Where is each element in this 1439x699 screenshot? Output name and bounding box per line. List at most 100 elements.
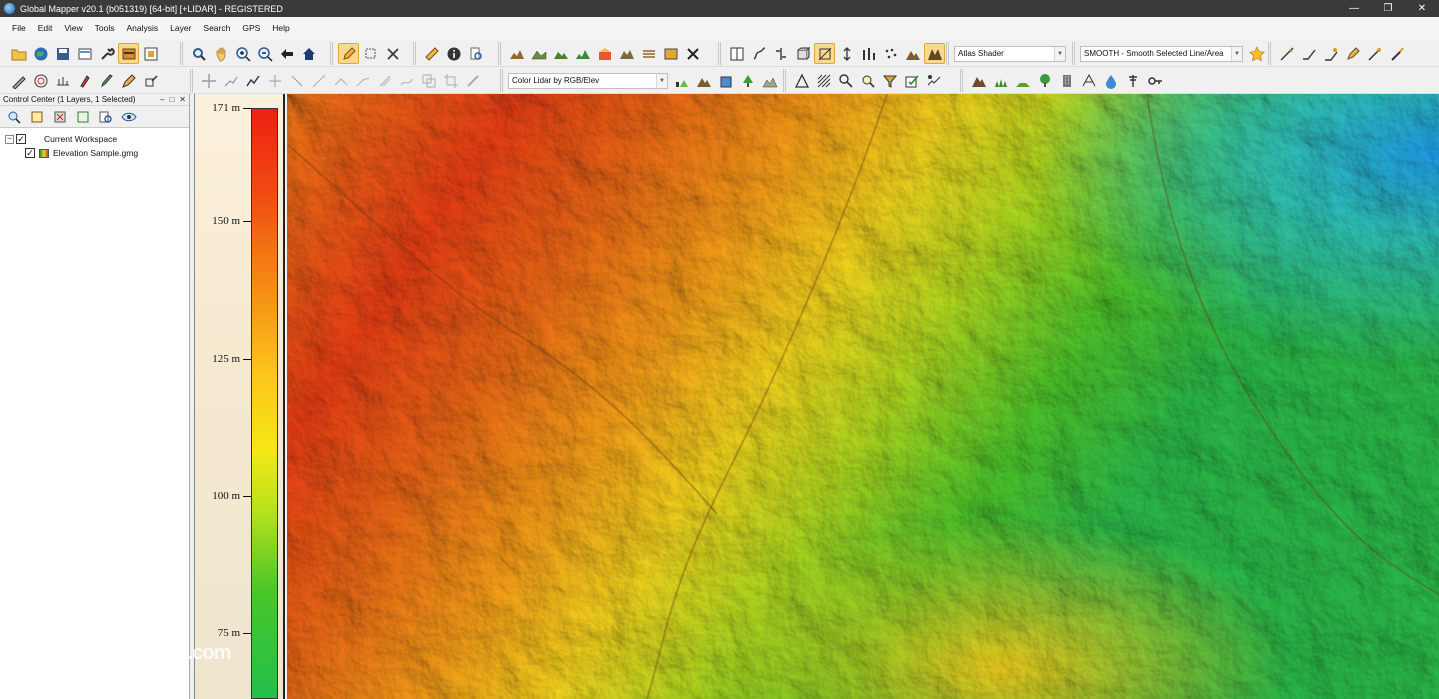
- vertex-move-icon[interactable]: [264, 70, 285, 91]
- chevron-down-icon[interactable]: ▼: [1054, 46, 1065, 61]
- remove-tool-icon[interactable]: [682, 43, 703, 64]
- draw-area-icon[interactable]: [1320, 43, 1341, 64]
- pole-icon[interactable]: [1122, 70, 1143, 91]
- edit-vertices-icon[interactable]: [1364, 43, 1385, 64]
- lidar-zoom-icon[interactable]: [857, 70, 878, 91]
- vertical-exaggeration-icon[interactable]: [836, 43, 857, 64]
- menu-file[interactable]: File: [6, 23, 32, 33]
- chevron-down-icon[interactable]: ▼: [1231, 46, 1242, 61]
- vertex-add-icon[interactable]: [220, 70, 241, 91]
- vertex-edit-icon[interactable]: [242, 70, 263, 91]
- minimize-icon[interactable]: —: [1337, 0, 1371, 17]
- vertex-delete-icon[interactable]: [286, 70, 307, 91]
- save-icon[interactable]: [52, 43, 73, 64]
- chevron-down-icon[interactable]: ▼: [656, 73, 667, 88]
- lidar-color-select[interactable]: Color Lidar by RGB/Elev ▼: [508, 72, 668, 89]
- draw-feature-icon[interactable]: [1342, 43, 1363, 64]
- lidar-tree-icon[interactable]: [737, 70, 758, 91]
- brush-icon[interactable]: [96, 70, 117, 91]
- menu-search[interactable]: Search: [197, 23, 236, 33]
- tree-row-layer[interactable]: ✓ Elevation Sample.gmg: [5, 146, 189, 160]
- lidar-ground-icon[interactable]: [693, 70, 714, 91]
- split-view-icon[interactable]: [770, 43, 791, 64]
- draw-line-icon[interactable]: [1276, 43, 1297, 64]
- pan-hand-icon[interactable]: [210, 43, 231, 64]
- funnel-icon[interactable]: [879, 70, 900, 91]
- lidar-building-icon[interactable]: [715, 70, 736, 91]
- panel-minimize-icon[interactable]: –: [160, 95, 164, 104]
- smooth-select[interactable]: SMOOTH - Smooth Selected Line/Area ▼: [1080, 45, 1243, 62]
- grass-icon[interactable]: [990, 70, 1011, 91]
- panel-float-icon[interactable]: □: [169, 95, 174, 104]
- search-feature-icon[interactable]: [465, 43, 486, 64]
- line-offset-icon[interactable]: [374, 70, 395, 91]
- menu-help[interactable]: Help: [266, 23, 295, 33]
- line-of-sight-icon[interactable]: [616, 43, 637, 64]
- shader-select[interactable]: Atlas Shader ▼: [954, 45, 1066, 62]
- grid-ruler-icon[interactable]: [52, 70, 73, 91]
- target-icon[interactable]: [30, 70, 51, 91]
- lidar-classify-icon[interactable]: [671, 70, 692, 91]
- tree-icon[interactable]: [1034, 70, 1055, 91]
- layer-zoom-icon[interactable]: [3, 106, 25, 127]
- lidar-points-icon[interactable]: [880, 43, 901, 64]
- image-layer-icon[interactable]: [660, 43, 681, 64]
- map-canvas[interactable]: [287, 94, 1439, 699]
- terrain-profile-icon[interactable]: [506, 43, 527, 64]
- layer-remove-icon[interactable]: [49, 106, 71, 127]
- lidar-terrain-icon[interactable]: [759, 70, 780, 91]
- 3d-box-icon[interactable]: [792, 43, 813, 64]
- overview-icon[interactable]: [140, 43, 161, 64]
- path-icon[interactable]: [748, 43, 769, 64]
- elevation-map[interactable]: [287, 94, 1439, 699]
- menu-edit[interactable]: Edit: [32, 23, 59, 33]
- hatch-icon[interactable]: [813, 70, 834, 91]
- check-edit-icon[interactable]: [901, 70, 922, 91]
- elevation-scale-icon[interactable]: [858, 43, 879, 64]
- key-icon[interactable]: [1144, 70, 1165, 91]
- water-icon[interactable]: [1100, 70, 1121, 91]
- view-shed-icon[interactable]: [594, 43, 615, 64]
- hill-shading-icon[interactable]: [924, 43, 945, 64]
- lidar-search-icon[interactable]: [835, 70, 856, 91]
- line-smooth-icon[interactable]: [396, 70, 417, 91]
- restore-icon[interactable]: ❐: [1371, 0, 1405, 17]
- layer-visibility-icon[interactable]: [118, 106, 140, 127]
- paint-brush-icon[interactable]: [1386, 43, 1407, 64]
- triangle-icon[interactable]: [791, 70, 812, 91]
- measure-line-icon[interactable]: [462, 70, 483, 91]
- mountain-icon[interactable]: [968, 70, 989, 91]
- back-arrow-icon[interactable]: [276, 43, 297, 64]
- tree-row-workspace[interactable]: − ✓ Current Workspace: [5, 132, 189, 146]
- crop-icon[interactable]: [440, 70, 461, 91]
- marker-icon[interactable]: [74, 70, 95, 91]
- low-vegetation-icon[interactable]: [1012, 70, 1033, 91]
- star-favorite-icon[interactable]: [1246, 43, 1267, 64]
- control-center-icon[interactable]: [118, 43, 139, 64]
- terrain-lighting-icon[interactable]: [902, 43, 923, 64]
- workspace-checkbox[interactable]: ✓: [16, 134, 26, 144]
- draw-path-icon[interactable]: [1298, 43, 1319, 64]
- volume-icon[interactable]: [528, 43, 549, 64]
- pen-line-icon[interactable]: [8, 70, 29, 91]
- collapse-icon[interactable]: −: [5, 134, 14, 144]
- menu-view[interactable]: View: [58, 23, 88, 33]
- shader-toggle-icon[interactable]: [814, 43, 835, 64]
- zoom-out-icon[interactable]: [254, 43, 275, 64]
- delete-cross-icon[interactable]: [382, 43, 403, 64]
- info-icon[interactable]: [443, 43, 464, 64]
- ruler-icon[interactable]: [421, 43, 442, 64]
- workspace-icon[interactable]: [74, 43, 95, 64]
- contour-icon[interactable]: [550, 43, 571, 64]
- layer-checkbox[interactable]: ✓: [25, 148, 35, 158]
- layer-options-icon[interactable]: [26, 106, 48, 127]
- lidar-tools-icon[interactable]: [923, 70, 944, 91]
- map-layout-icon[interactable]: [726, 43, 747, 64]
- layer-search-icon[interactable]: [95, 106, 117, 127]
- cross-section-icon[interactable]: [638, 43, 659, 64]
- menu-tools[interactable]: Tools: [89, 23, 121, 33]
- menu-layer[interactable]: Layer: [164, 23, 197, 33]
- line-join-icon[interactable]: [330, 70, 351, 91]
- globe-icon[interactable]: [30, 43, 51, 64]
- panel-close-icon[interactable]: ✕: [179, 95, 186, 104]
